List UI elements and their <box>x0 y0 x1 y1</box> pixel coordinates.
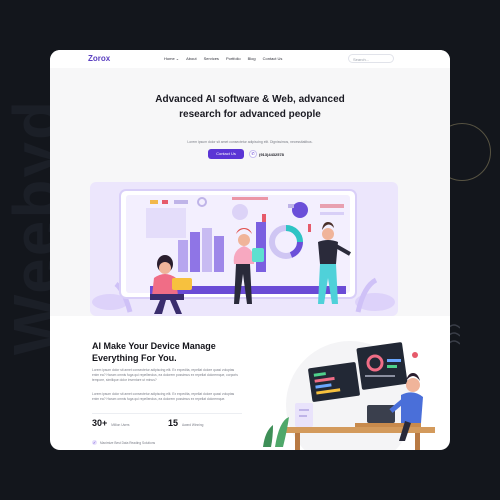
stat-awards-label: Award Winning <box>182 423 204 427</box>
phone-number: (913)4432578 <box>259 151 284 157</box>
nav-item-portfolio[interactable]: Portfolio <box>226 56 241 61</box>
nav-item-services[interactable]: Services <box>204 56 219 61</box>
nav-item-home[interactable]: Home ⌄ <box>164 56 179 61</box>
section-divider <box>92 413 242 414</box>
phone-link[interactable]: ✆ (913)4432578 <box>249 150 284 158</box>
stat-users: 30+ Million Users <box>92 418 130 428</box>
section-paragraph-1: Lorem ipsum dolor sit amet consectetur a… <box>92 368 238 382</box>
contact-us-button[interactable]: Contact Us <box>208 149 244 159</box>
check-icon: ✓ <box>92 440 97 445</box>
website-preview-card: Zorox Home ⌄ About Services Portfolio Bl… <box>50 50 450 450</box>
hero-section: Advanced AI software & Web, advanced res… <box>50 68 450 316</box>
nav-item-blog[interactable]: Blog <box>248 56 256 61</box>
phone-icon: ✆ <box>249 150 257 158</box>
section-title: AI Make Your Device Manage Everything Fo… <box>92 341 216 363</box>
nav-item-contact[interactable]: Contact Us <box>263 56 283 61</box>
feature-check-item: ✓ Maximize Best Data Reading Solutions <box>92 440 155 445</box>
hero-subtitle: Lorem ipsum dolor sit amet consectetur a… <box>187 140 313 144</box>
developer-illustration <box>263 341 435 450</box>
logo[interactable]: Zorox <box>88 54 110 63</box>
section-paragraph-2: Lorem ipsum dolor sit amet consectetur a… <box>92 392 235 401</box>
hero-title: Advanced AI software & Web, advanced res… <box>155 94 345 120</box>
stat-awards-value: 15 <box>168 418 179 428</box>
hero-illustration <box>90 182 398 316</box>
nav-item-about[interactable]: About <box>186 56 196 61</box>
search-input[interactable]: Search... <box>348 54 394 63</box>
stat-users-label: Million Users <box>111 423 130 427</box>
stat-users-value: 30+ <box>92 418 108 428</box>
navbar: Zorox Home ⌄ About Services Portfolio Bl… <box>50 50 450 69</box>
stat-awards: 15 Award Winning <box>168 418 203 428</box>
nav-menu: Home ⌄ About Services Portfolio Blog Con… <box>164 56 282 61</box>
feature-check-text: Maximize Best Data Reading Solutions <box>100 440 156 445</box>
